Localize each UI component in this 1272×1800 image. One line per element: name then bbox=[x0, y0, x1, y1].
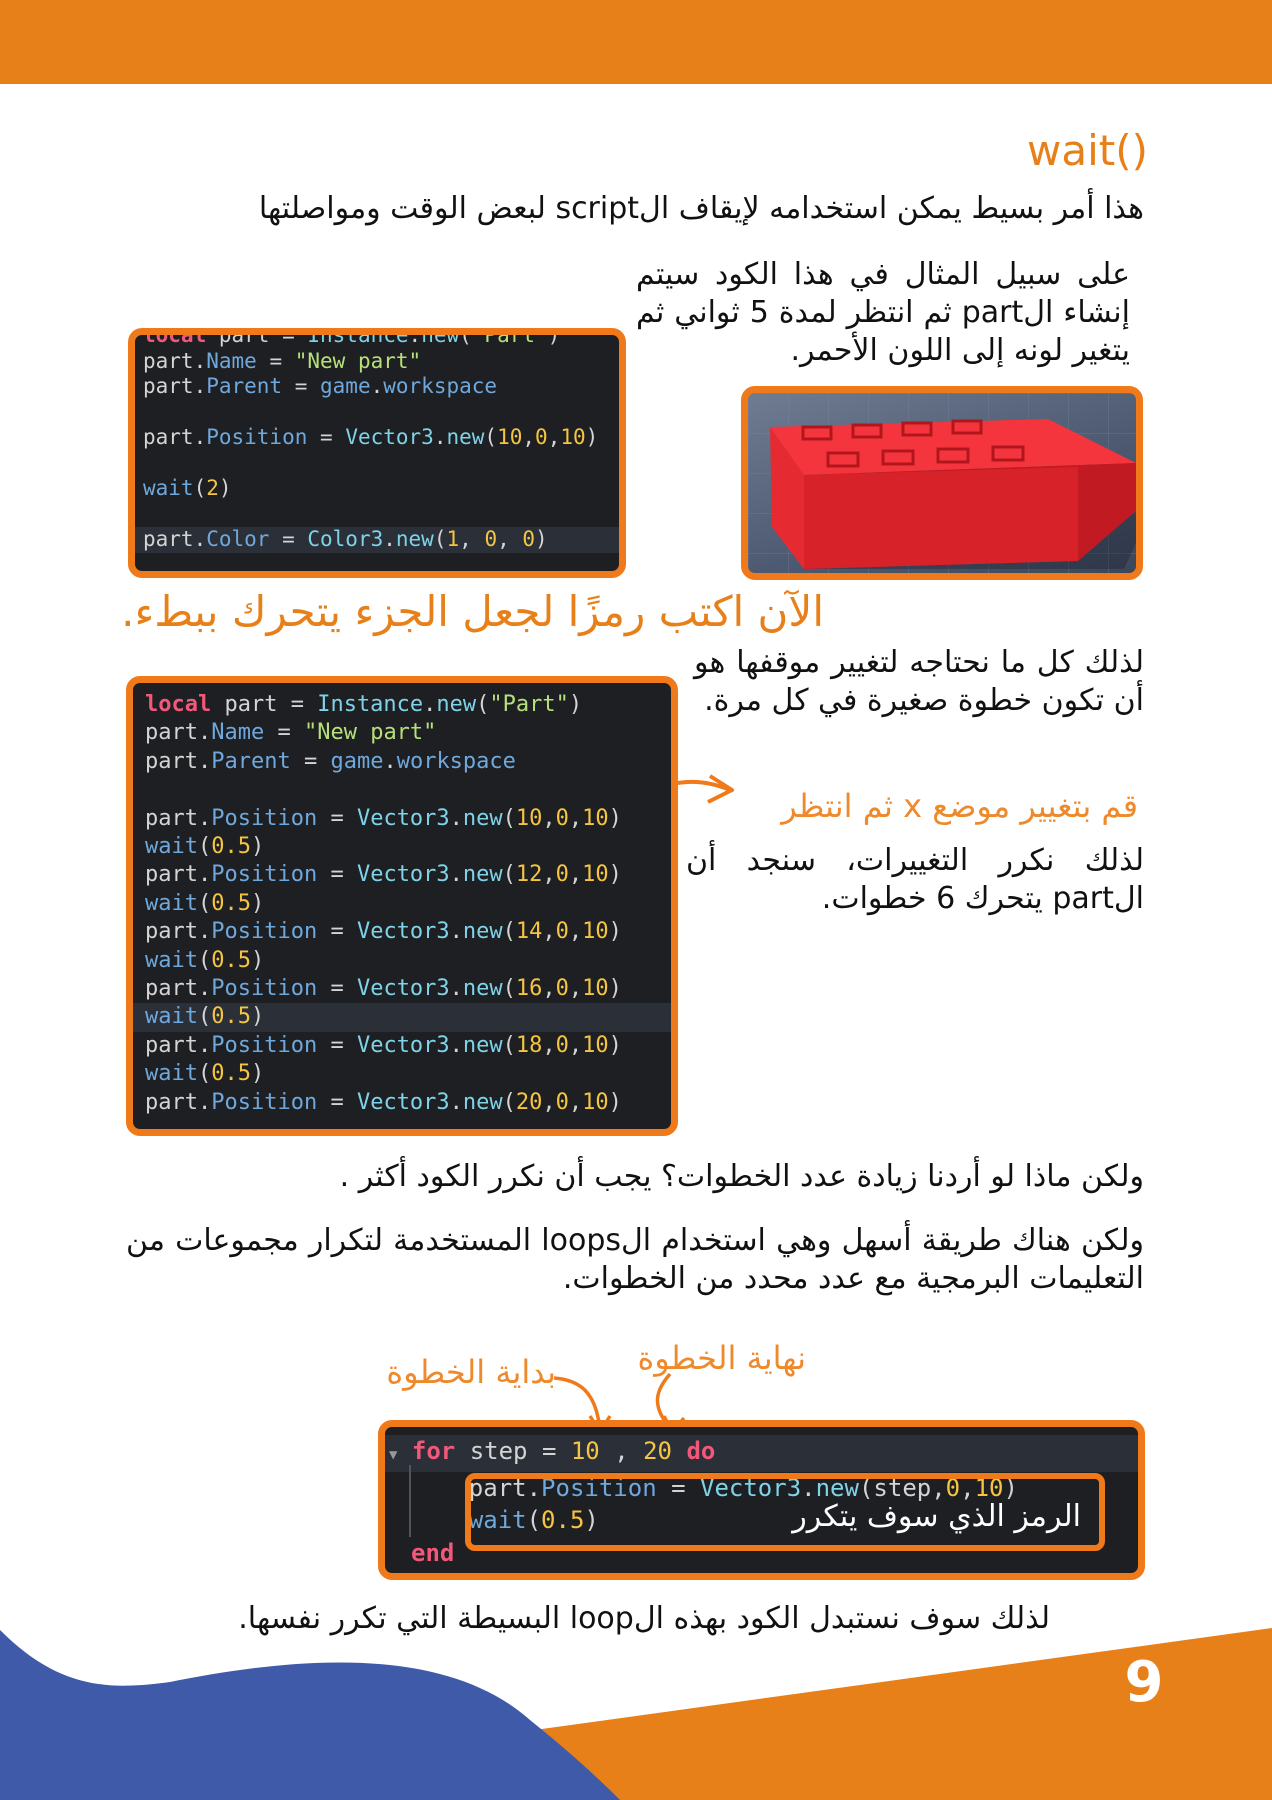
label-step-start: بداية الخطوة bbox=[386, 1353, 556, 1391]
red-brick-image bbox=[748, 393, 1136, 573]
example-paragraph: على سبيل المثال في هذا الكود سيتم إنشاء … bbox=[636, 257, 1130, 368]
heading-move-slowly: الآن اكتب رمزًا لجعل الجزء يتحرك ببطء. bbox=[121, 587, 824, 636]
code-line: wait(0.5) bbox=[145, 890, 265, 916]
explain-six-steps: لذلك نكرر التغييرات، سنجد أن الpart يتحر… bbox=[686, 843, 1144, 916]
code-line: local part = Instance.new("Part") bbox=[145, 692, 583, 717]
code-line: part.Position = Vector3.new(12,0,10) bbox=[145, 862, 622, 888]
intro-paragraph: هذا أمر بسيط يمكن استخدامه لإيقاف الscri… bbox=[258, 191, 1144, 226]
code-block-wait-example: local part = Instance.new("Part") part.N… bbox=[128, 328, 626, 578]
indent-guide bbox=[409, 1465, 411, 1537]
code-line: part.Parent = game.workspace bbox=[143, 374, 498, 398]
top-banner bbox=[0, 0, 1272, 84]
code-line: local part = Instance.new("Part") bbox=[143, 328, 561, 347]
page-number: 9 bbox=[1124, 1650, 1164, 1715]
bottom-decoration bbox=[0, 1628, 1272, 1800]
code-line: part.Color = Color3.new(1, 0, 0) bbox=[135, 527, 619, 553]
code-line: part.Position = Vector3.new(18,0,10) bbox=[145, 1032, 622, 1058]
label-repeated-code: الرمز الذي سوف يتكرر bbox=[792, 1499, 1081, 1534]
code-line: part.Position = Vector3.new(14,0,10) bbox=[145, 919, 622, 945]
loops-paragraph: ولكن هناك طريقة أسهل وهي استخدام الloops… bbox=[126, 1223, 1144, 1296]
code-line: part.Position = Vector3.new(20,0,10) bbox=[145, 1089, 622, 1115]
code-line: part.Name = "New part" bbox=[143, 348, 422, 373]
red-part-render bbox=[741, 386, 1143, 580]
code-line: ▼ for step = 10 , 20 do bbox=[385, 1435, 1138, 1472]
code-block-for-loop: ▼ for step = 10 , 20 do part.Position = … bbox=[378, 1420, 1145, 1580]
code-line: part.Parent = game.workspace bbox=[145, 748, 516, 774]
code-line: wait(0.5) bbox=[145, 834, 265, 860]
code-line: wait(0.5) bbox=[145, 947, 265, 973]
code-line: part.Position = Vector3.new(10,0,10) bbox=[145, 805, 622, 831]
explain-small-steps: لذلك كل ما نحتاجه لتغيير موقفها هو أن تك… bbox=[694, 645, 1144, 718]
question-paragraph: ولكن ماذا لو أردنا زيادة عدد الخطوات؟ يج… bbox=[339, 1159, 1144, 1194]
code-line: part.Position = Vector3.new(16,0,10) bbox=[145, 976, 622, 1002]
annotation-change-x: قم بتغيير موضع x ثم انتظر bbox=[781, 787, 1138, 825]
code-line: part.Position = Vector3.new(10,0,10) bbox=[143, 425, 599, 449]
code-line: part.Name = "New part" bbox=[145, 720, 437, 746]
code-line: wait(2) bbox=[143, 476, 232, 500]
code-line: wait(0.5) bbox=[133, 1003, 671, 1032]
section-title: wait() bbox=[1027, 126, 1148, 175]
code-line: wait(0.5) bbox=[145, 1061, 265, 1087]
code-block-six-steps: local part = Instance.new("Part") part.N… bbox=[126, 676, 678, 1136]
